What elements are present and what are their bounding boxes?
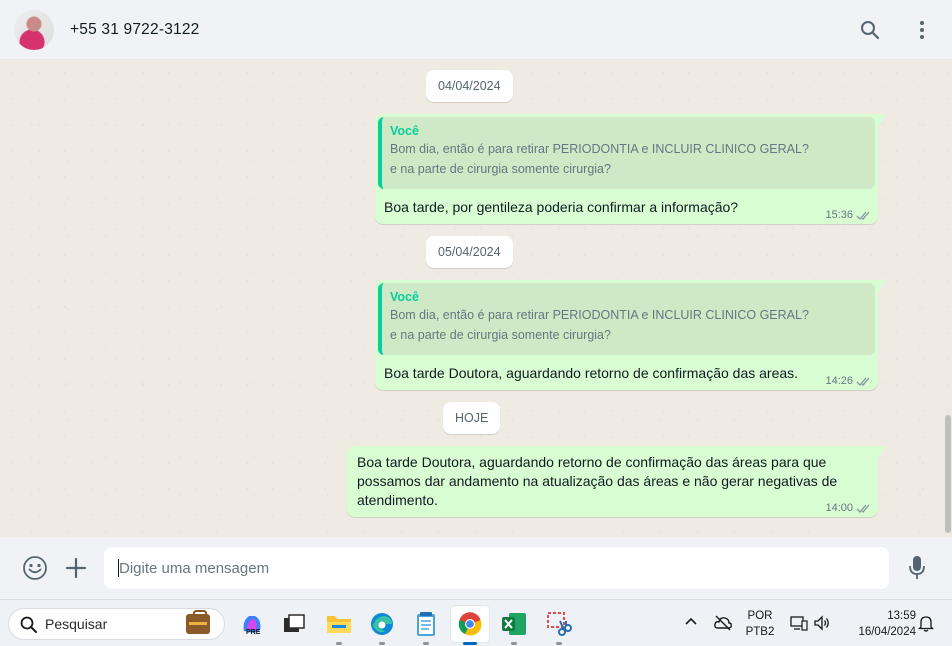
cloud-offline-icon[interactable] [713, 615, 733, 631]
plus-icon[interactable] [62, 554, 90, 582]
double-check-icon [856, 377, 870, 386]
edge-icon[interactable] [363, 606, 401, 645]
running-indicator [379, 642, 385, 645]
compose-bar [0, 537, 952, 599]
message-bubble[interactable]: Você Bom dia, então é para retirar PERIO… [375, 280, 886, 390]
message-bubble[interactable]: Boa tarde Doutora, aguardando retorno de… [347, 446, 886, 517]
chevron-up-icon[interactable] [684, 614, 698, 628]
message-time: 14:26 [825, 375, 853, 387]
menu-icon[interactable] [910, 18, 934, 42]
message-meta: 14:26 [825, 375, 872, 387]
input-language[interactable]: POR PTB2 [742, 608, 778, 640]
clock-time: 13:59 [887, 610, 916, 622]
running-indicator [511, 642, 517, 645]
volume-icon[interactable] [813, 615, 831, 631]
file-explorer-icon[interactable] [320, 606, 358, 645]
message-time: 14:00 [825, 502, 853, 514]
double-check-icon [856, 211, 870, 220]
date-chip: HOJE [443, 402, 501, 434]
message-text: Boa tarde, por gentileza poderia confirm… [384, 199, 739, 215]
notepad-icon[interactable] [407, 606, 445, 645]
message-text: Boa tarde Doutora, aguardando retorno de… [384, 365, 799, 381]
message-bubble[interactable]: Você Bom dia, então é para retirar PERIO… [375, 114, 886, 224]
chat-scrollbar[interactable] [944, 60, 952, 537]
message-text: Boa tarde Doutora, aguardando retorno de… [357, 453, 837, 510]
chat-area[interactable]: 04/04/2024 Você Bom dia, então é para re… [0, 60, 952, 537]
message-meta: 14:00 [825, 502, 872, 514]
quote-text: Bom dia, então é para retirar PERIODONTI… [390, 142, 809, 156]
message-line: atendimento. [357, 492, 438, 508]
scrollbar-thumb[interactable] [945, 415, 951, 533]
windows-taskbar: Pesquisar PRE POR PTB2 13:59 16/04/2024 [0, 599, 952, 646]
svg-text:PRE: PRE [246, 629, 261, 636]
message-input[interactable] [119, 547, 879, 589]
clock-date: 16/04/2024 [858, 626, 916, 638]
message-line: possamos dar andamento na atualização da… [357, 473, 838, 489]
date-chip: 04/04/2024 [426, 70, 513, 102]
quote-text: e na parte de cirurgia somente cirurgia? [390, 328, 611, 342]
clock[interactable]: 13:59 16/04/2024 [842, 608, 916, 640]
active-indicator [463, 642, 477, 645]
running-indicator [556, 642, 562, 645]
microphone-icon[interactable] [903, 554, 931, 582]
task-view-icon[interactable] [275, 606, 313, 642]
quoted-message[interactable]: Você Bom dia, então é para retirar PERIO… [378, 283, 875, 355]
quote-text: Bom dia, então é para retirar PERIODONTI… [390, 308, 809, 322]
message-time: 15:36 [825, 209, 853, 221]
search-icon[interactable] [858, 18, 882, 42]
emoji-icon[interactable] [21, 554, 49, 582]
contact-name[interactable]: +55 31 9722-3122 [70, 21, 199, 39]
date-chip: 05/04/2024 [426, 236, 513, 268]
message-meta: 15:36 [825, 209, 872, 221]
excel-icon[interactable] [495, 606, 533, 645]
running-indicator [336, 642, 342, 645]
briefcase-icon [186, 610, 210, 634]
quote-text: e na parte de cirurgia somente cirurgia? [390, 162, 611, 176]
keyboard-layout: PTB2 [745, 626, 775, 638]
taskbar-search[interactable]: Pesquisar [8, 608, 225, 640]
quoted-message[interactable]: Você Bom dia, então é para retirar PERIO… [378, 117, 875, 189]
quote-author: Você [390, 124, 419, 138]
contact-avatar[interactable] [14, 9, 54, 50]
message-input-container[interactable] [104, 547, 889, 589]
chat-header: +55 31 9722-3122 [0, 0, 952, 60]
search-icon [20, 616, 37, 633]
running-indicator [423, 642, 429, 645]
copilot-icon[interactable]: PRE [233, 606, 271, 642]
notification-bell-icon[interactable] [918, 615, 934, 632]
snipping-tool-icon[interactable] [540, 606, 578, 645]
language-code: POR [747, 610, 773, 622]
taskbar-search-label: Pesquisar [45, 616, 108, 632]
network-icon[interactable] [790, 615, 808, 631]
double-check-icon [856, 504, 870, 513]
chrome-icon[interactable] [451, 606, 489, 645]
quote-author: Você [390, 290, 419, 304]
message-line: Boa tarde Doutora, aguardando retorno de… [357, 454, 827, 470]
